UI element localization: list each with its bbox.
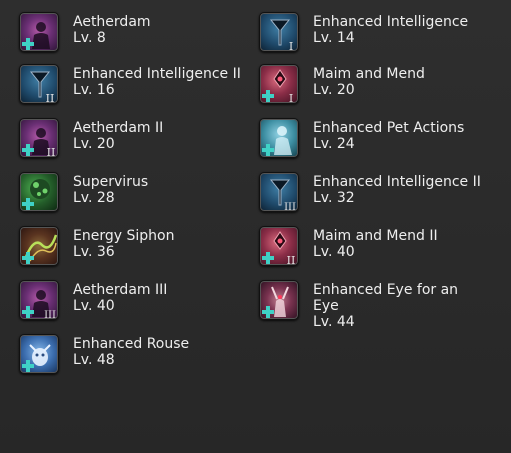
trait-level: Lv. 20 [73,136,115,152]
aetherdam-icon: III [19,280,59,320]
trait-level: Lv. 44 [313,314,355,330]
roman-numeral: III [44,310,56,320]
trait-name: Enhanced Intelligence [313,14,469,30]
trait-level: Lv. 40 [73,298,115,314]
roman-numeral: I [289,92,293,104]
enhanced-intelligence-icon: I [259,12,299,52]
roman-numeral: I [289,40,293,52]
aetherdam-icon: II [19,118,59,158]
trait-level: Lv. 24 [313,136,355,152]
trait-enhanced-pet-actions[interactable]: Enhanced Pet Actions Lv. 24 [259,118,499,158]
trait-aetherdam-ii[interactable]: II Aetherdam II Lv. 20 [19,118,259,158]
trait-level: Lv. 16 [73,82,115,98]
trait-maim-and-mend-ii[interactable]: II Maim and Mend II Lv. 40 [259,226,499,266]
trait-name: Aetherdam II [73,120,164,136]
trait-name: Enhanced Pet Actions [313,120,465,136]
roman-numeral: III [284,202,296,212]
trait-name: Supervirus [73,174,149,190]
trait-name: Maim and Mend [313,66,425,82]
maim-and-mend-icon: I [259,64,299,104]
roman-numeral: II [46,92,55,104]
trait-level: Lv. 20 [313,82,355,98]
trait-level: Lv. 48 [73,352,115,368]
trait-energy-siphon[interactable]: Energy Siphon Lv. 36 [19,226,259,266]
roman-numeral: II [47,146,56,158]
roman-numeral: II [287,254,296,266]
enhanced-pet-actions-icon [259,118,299,158]
trait-level: Lv. 28 [73,190,115,206]
trait-level: Lv. 14 [313,30,355,46]
trait-enhanced-rouse[interactable]: Enhanced Rouse Lv. 48 [19,334,259,374]
trait-maim-and-mend[interactable]: I Maim and Mend Lv. 20 [259,64,499,104]
trait-name: Enhanced Rouse [73,336,190,352]
trait-enhanced-intelligence-ii[interactable]: II Enhanced Intelligence II Lv. 16 [19,64,259,104]
trait-aetherdam-iii[interactable]: III Aetherdam III Lv. 40 [19,280,259,320]
trait-supervirus[interactable]: Supervirus Lv. 28 [19,172,259,212]
trait-aetherdam[interactable]: Aetherdam Lv. 8 [19,12,259,52]
trait-enhanced-intelligence[interactable]: I Enhanced Intelligence Lv. 14 [259,12,499,52]
trait-name: Aetherdam III [73,282,168,298]
traits-panel: Aetherdam Lv. 8 II Enhanced Intelligence… [0,0,511,453]
trait-name: Energy Siphon [73,228,175,244]
trait-name: Aetherdam [73,14,151,30]
trait-name: Enhanced Intelligence II [313,174,481,190]
enhanced-rouse-icon [19,334,59,374]
maim-and-mend-icon: II [259,226,299,266]
energy-siphon-icon [19,226,59,266]
aetherdam-icon [19,12,59,52]
trait-level: Lv. 36 [73,244,115,260]
enhanced-intelligence-icon: II [19,64,59,104]
trait-name: Enhanced Eye for an Eye [313,282,459,314]
trait-level: Lv. 32 [313,190,355,206]
enhanced-intelligence-icon: III [259,172,299,212]
enhanced-eye-for-an-eye-icon [259,280,299,320]
trait-enhanced-intelligence-iii[interactable]: III Enhanced Intelligence II Lv. 32 [259,172,499,212]
supervirus-icon [19,172,59,212]
trait-name: Enhanced Intelligence II [73,66,241,82]
trait-level: Lv. 8 [73,30,106,46]
trait-name: Maim and Mend II [313,228,438,244]
trait-level: Lv. 40 [313,244,355,260]
trait-enhanced-eye-for-an-eye[interactable]: Enhanced Eye for an Eye Lv. 44 [259,280,499,330]
